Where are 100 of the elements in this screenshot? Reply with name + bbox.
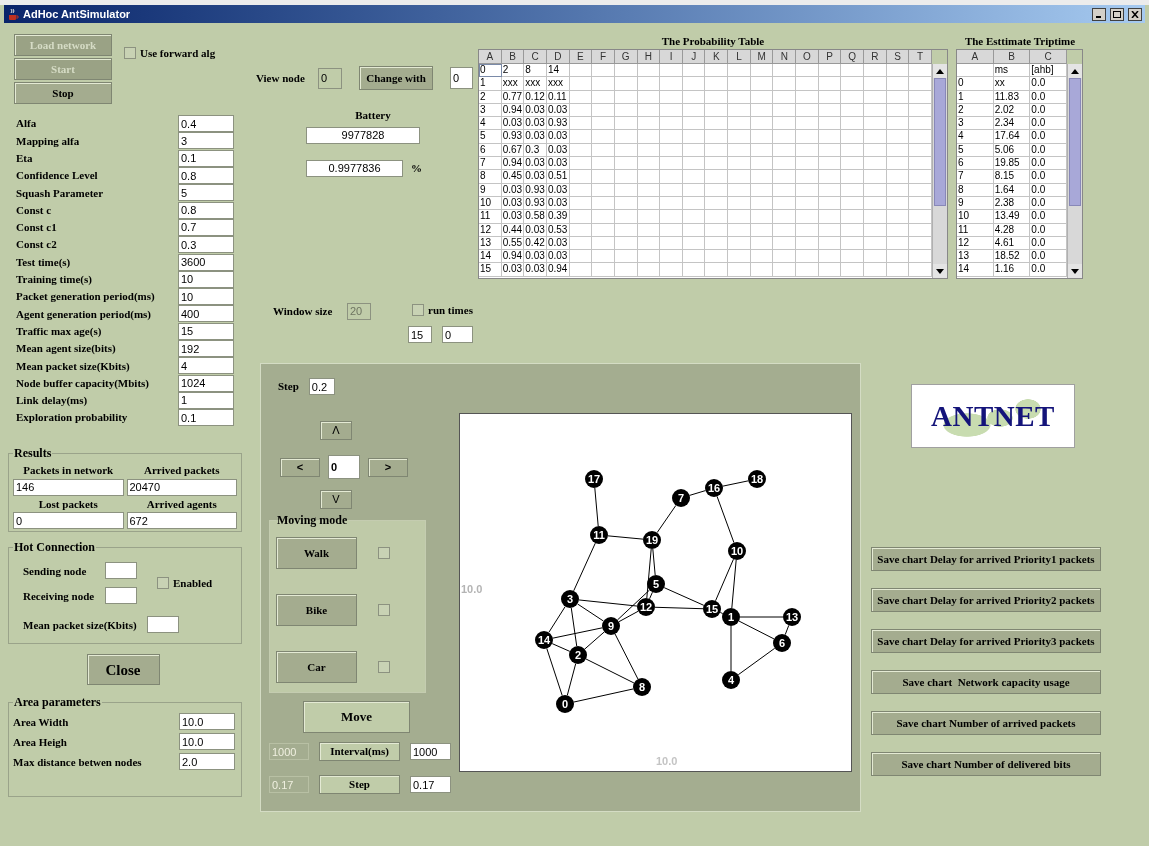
checkbox[interactable] (412, 303, 424, 316)
right-button[interactable]: > (368, 457, 408, 477)
network-node[interactable]: 0 (556, 695, 574, 713)
column-header[interactable]: E (569, 50, 593, 64)
close-icon[interactable] (1128, 7, 1142, 21)
column-header[interactable]: A (957, 50, 994, 64)
network-node[interactable]: 6 (773, 634, 791, 652)
column-header[interactable]: I (660, 50, 683, 64)
packet-size-field[interactable] (147, 616, 179, 634)
network-node[interactable]: 11 (590, 526, 608, 544)
position-field[interactable]: 0 (328, 455, 360, 479)
mode-button[interactable]: Car (276, 651, 357, 683)
column-header[interactable]: B (993, 50, 1031, 64)
column-header[interactable]: K (705, 50, 729, 64)
scrollbar[interactable] (1067, 64, 1082, 278)
checkbox[interactable] (378, 547, 390, 559)
network-node[interactable]: 16 (705, 479, 723, 497)
close-button[interactable]: Close (86, 654, 160, 686)
result-field[interactable]: 20470 (126, 478, 237, 496)
save-chart-button[interactable]: Save chart Delay for arrived Priority3 packets (871, 629, 1101, 653)
column-header[interactable]: H (637, 50, 661, 64)
parameter-field[interactable]: 4 (178, 357, 234, 375)
network-node[interactable]: 1 (722, 608, 740, 626)
save-chart-button[interactable]: Save chart Number of delivered bits (871, 752, 1101, 776)
move-button[interactable]: Move (303, 701, 410, 733)
network-node[interactable]: 13 (783, 608, 801, 626)
network-node[interactable]: 2 (569, 646, 587, 664)
result-field[interactable]: 146 (13, 478, 124, 496)
run-times-field[interactable]: 0 (442, 326, 473, 343)
parameter-field[interactable]: 3600 (178, 253, 234, 271)
column-header[interactable]: F (592, 50, 615, 64)
network-node[interactable]: 19 (643, 531, 661, 549)
network-node[interactable]: 4 (722, 671, 740, 689)
checkbox[interactable] (157, 577, 169, 590)
step-field[interactable]: 0.2 (308, 378, 335, 395)
column-header[interactable]: N (773, 50, 797, 64)
network-node[interactable]: 14 (535, 631, 553, 649)
result-field[interactable]: 0 (13, 512, 124, 530)
network-node[interactable]: 8 (633, 678, 651, 696)
minimize-icon[interactable] (1092, 7, 1106, 21)
column-header[interactable]: L (728, 50, 751, 64)
action-button[interactable]: Stop (14, 82, 112, 104)
scrollbar[interactable] (932, 64, 947, 278)
parameter-field[interactable]: 0.8 (178, 167, 234, 185)
column-header[interactable]: J (682, 50, 706, 64)
column-header[interactable]: S (886, 50, 910, 64)
maximize-icon[interactable] (1110, 7, 1124, 21)
battery-ratio-field[interactable]: 0.9977836 (306, 159, 403, 177)
parameter-field[interactable]: 0.8 (178, 201, 234, 219)
receiving-node-field[interactable] (105, 587, 137, 605)
column-header[interactable]: P (818, 50, 842, 64)
scroll-thumb[interactable] (1069, 78, 1081, 207)
parameter-field[interactable]: 0.1 (178, 409, 234, 427)
save-chart-button[interactable]: Save chart Number of arrived packets (871, 711, 1101, 735)
column-header[interactable]: G (614, 50, 638, 64)
save-chart-button[interactable]: Save chart Delay for arrived Priority1 packets (871, 547, 1101, 571)
apply-button[interactable]: Interval(ms) (319, 742, 400, 761)
parameter-field[interactable]: 1024 (178, 374, 234, 392)
column-header[interactable]: R (864, 50, 887, 64)
network-node[interactable]: 17 (585, 470, 603, 488)
up-button[interactable]: Λ (320, 421, 352, 440)
mode-button[interactable]: Bike (276, 594, 357, 626)
column-header[interactable]: A (479, 50, 502, 64)
column-header[interactable]: M (750, 50, 774, 64)
scroll-thumb[interactable] (934, 78, 946, 207)
down-button[interactable]: V (320, 490, 352, 509)
view-node-field[interactable]: 0 (318, 67, 342, 89)
checkbox[interactable] (378, 661, 390, 673)
mode-button[interactable]: Walk (276, 537, 357, 569)
network-node[interactable]: 10 (728, 542, 746, 560)
parameter-field[interactable]: 10 (178, 288, 234, 306)
run-times-field[interactable]: 15 (408, 326, 432, 343)
parameter-field[interactable]: 0.1 (178, 149, 234, 167)
checkbox[interactable] (378, 604, 390, 616)
column-header[interactable]: C (524, 50, 547, 64)
parameter-field[interactable]: 192 (178, 340, 234, 357)
apply-button[interactable]: Step (319, 775, 400, 794)
parameter-field[interactable]: 0.4 (178, 115, 234, 133)
parameter-field[interactable]: 400 (178, 305, 234, 323)
column-header[interactable]: Q (841, 50, 865, 64)
change-with-button[interactable]: Change with (359, 66, 433, 90)
save-chart-button[interactable]: Save chart Network capacity usage (871, 670, 1101, 694)
network-node[interactable]: 3 (561, 590, 579, 608)
column-header[interactable]: D (546, 50, 570, 64)
network-node[interactable]: 5 (647, 575, 665, 593)
area-field[interactable]: 2.0 (179, 753, 235, 771)
area-field[interactable]: 10.0 (179, 733, 235, 751)
area-field[interactable]: 10.0 (179, 713, 235, 731)
column-header[interactable]: O (796, 50, 819, 64)
node-field[interactable]: 0 (450, 67, 473, 89)
network-node[interactable]: 12 (637, 598, 655, 616)
network-node[interactable]: 15 (703, 600, 721, 618)
battery-field[interactable]: 9977828 (306, 126, 420, 144)
network-node[interactable]: 7 (672, 489, 690, 507)
value-field[interactable]: 0.17 (410, 776, 451, 793)
checkbox[interactable] (124, 47, 136, 59)
column-header[interactable]: B (501, 50, 525, 64)
column-header[interactable]: T (909, 50, 932, 64)
parameter-field[interactable]: 5 (178, 184, 234, 202)
value-field[interactable]: 1000 (410, 743, 451, 760)
